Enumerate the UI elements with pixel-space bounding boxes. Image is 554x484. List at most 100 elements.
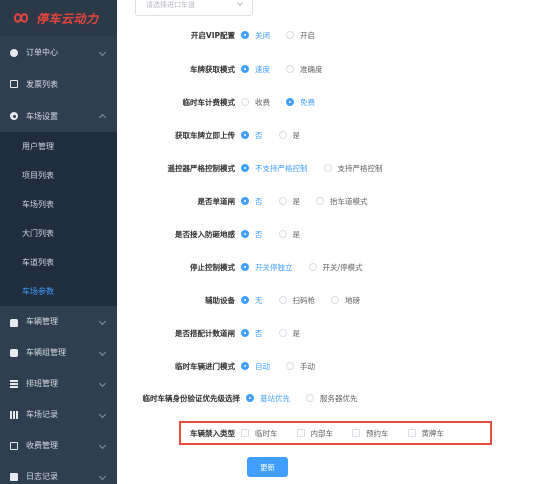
chart-icon <box>10 410 18 419</box>
sidebar-item-label: 车场设置 <box>26 111 58 121</box>
form-row-anti-smash: 是否接入防砸地感 否 是 <box>117 226 554 242</box>
checkbox-reserved-car[interactable]: 预约车 <box>352 428 389 439</box>
sidebar-item-vehicles[interactable]: 车辆管理 <box>0 306 117 337</box>
form-row-aux-device: 辅助设备 无 扫码枪 地磅 <box>117 292 554 308</box>
update-button[interactable]: 更新 <box>247 457 288 477</box>
radio-dot <box>316 197 324 205</box>
radio-speed[interactable]: 速度 <box>241 64 270 75</box>
radio-single-yes[interactable]: 是 <box>278 196 300 207</box>
form-label: 是否搭配计数道闸 <box>175 328 235 338</box>
radio-dot <box>241 296 249 304</box>
sidebar-item-label: 日志记录 <box>26 472 58 481</box>
main-content: 请选择进口车道 开启VIP配置 关闭 开启 车牌获取模式 速度 准确度 临时车计… <box>117 0 554 484</box>
radio-lift-lane-mode[interactable]: 抬车道模式 <box>316 196 368 207</box>
form-label: 是否单道闸 <box>197 196 236 206</box>
sidebar-item-billing[interactable]: 收费管理 <box>0 430 117 461</box>
chevron-down-icon <box>98 379 107 388</box>
sidebar-item-label: 发票列表 <box>26 79 58 89</box>
checkbox-square <box>241 429 249 437</box>
radio-label: 手动 <box>300 361 315 371</box>
form-row-temp-billing: 临时车计费模式 收费 免费 <box>117 94 554 110</box>
radio-label: 自动 <box>255 361 270 371</box>
radio-aux-scale[interactable]: 地磅 <box>331 295 360 306</box>
lane-select-placeholder: 请选择进口车道 <box>146 1 195 9</box>
radio-dot <box>241 230 249 238</box>
radio-label: 否 <box>255 130 263 140</box>
radio-dot <box>286 31 294 39</box>
radio-dot <box>278 230 287 238</box>
radio-label: 否 <box>255 196 263 206</box>
radio-dot <box>306 394 314 402</box>
lane-select[interactable]: 请选择进口车道 <box>135 0 253 16</box>
radio-manual[interactable]: 手动 <box>286 361 315 372</box>
radio-aux-scanner[interactable]: 扫码枪 <box>278 295 315 306</box>
radio-strict[interactable]: 支持严格控制 <box>323 163 383 174</box>
order-icon <box>10 48 18 57</box>
chevron-down-icon <box>98 348 107 357</box>
sidebar-item-label: 排班管理 <box>26 379 58 388</box>
chevron-down-icon <box>98 441 107 450</box>
chevron-down-icon <box>98 472 107 481</box>
chevron-down-icon <box>237 0 243 6</box>
radio-dot <box>241 98 249 106</box>
radio-single-no[interactable]: 否 <box>241 196 263 207</box>
radio-counting-no[interactable]: 否 <box>241 328 263 339</box>
checkbox-label: 内部车 <box>310 428 334 438</box>
submenu-item-lanes[interactable]: 车道列表 <box>0 248 117 277</box>
radio-label: 收费 <box>255 97 270 107</box>
radio-aux-none[interactable]: 无 <box>241 295 263 306</box>
radio-upload-no[interactable]: 否 <box>241 130 263 141</box>
sidebar-item-vehicle-groups[interactable]: 车辆组管理 <box>0 337 117 368</box>
submenu-item-users[interactable]: 用户管理 <box>0 132 117 161</box>
radio-server-first[interactable]: 服务器优先 <box>306 393 358 404</box>
radio-upload-yes[interactable]: 是 <box>278 130 300 141</box>
radio-vip-on[interactable]: 开启 <box>286 30 315 41</box>
radio-accuracy[interactable]: 准确度 <box>286 64 323 75</box>
radio-not-strict[interactable]: 不支持严格控制 <box>241 163 308 174</box>
sidebar-item-orders[interactable]: 订单中心 <box>0 37 117 68</box>
form-label: 遥控器严格控制模式 <box>167 163 236 173</box>
chevron-down-icon <box>98 48 107 57</box>
checkbox-yellow-plate[interactable]: 黄牌车 <box>407 428 444 439</box>
radio-label: 关闭 <box>255 30 270 40</box>
checkbox-label: 预约车 <box>366 428 389 438</box>
radio-independent[interactable]: 开关停独立 <box>241 262 293 273</box>
submenu-item-lots[interactable]: 车场列表 <box>0 190 117 219</box>
radio-free[interactable]: 免费 <box>286 97 315 108</box>
radio-auto[interactable]: 自动 <box>241 361 270 372</box>
radio-label: 地磅 <box>345 295 360 305</box>
radio-counting-yes[interactable]: 是 <box>278 328 301 339</box>
form-label: 临时车计费模式 <box>182 97 236 107</box>
sidebar: 停车云动力 订单中心 发票列表 车场设置 用户管理 项目列表 车场列表 大门列表… <box>0 0 117 484</box>
radio-anti-smash-yes[interactable]: 是 <box>278 229 300 240</box>
form-row-temp-entry: 临时车辆进门模式 自动 手动 <box>117 358 554 374</box>
radio-dot <box>241 31 249 39</box>
checkbox-label: 临时车 <box>255 428 278 438</box>
radio-label: 否 <box>255 229 263 239</box>
chevron-up-icon <box>98 113 107 122</box>
sidebar-item-lot-records[interactable]: 车场记录 <box>0 399 117 430</box>
submenu-item-projects[interactable]: 项目列表 <box>0 161 117 190</box>
form-label: 是否接入防砸地感 <box>175 229 235 239</box>
radio-vip-off[interactable]: 关闭 <box>241 30 270 41</box>
radio-switch-stop[interactable]: 开关/停模式 <box>308 262 363 273</box>
sidebar-item-schedule[interactable]: 排班管理 <box>0 368 117 399</box>
radio-charge[interactable]: 收费 <box>241 97 270 108</box>
sidebar-item-logs[interactable]: 日志记录 <box>0 461 117 484</box>
logo[interactable]: 停车云动力 <box>0 0 117 36</box>
form-label: 获取车牌立即上传 <box>175 130 235 140</box>
radio-base-station-first[interactable]: 基站优先 <box>246 393 290 404</box>
submenu-item-lot-params[interactable]: 车场参数 <box>0 277 117 306</box>
submenu-item-gates[interactable]: 大门列表 <box>0 219 117 248</box>
form-row-vip: 开启VIP配置 关闭 开启 <box>117 27 554 43</box>
checkbox-temp-car[interactable]: 临时车 <box>241 428 278 439</box>
radio-dot <box>331 296 339 304</box>
checkbox-internal-car[interactable]: 内部车 <box>296 428 334 439</box>
sidebar-item-invoices[interactable]: 发票列表 <box>0 68 117 100</box>
radio-anti-smash-no[interactable]: 否 <box>241 229 263 240</box>
radio-dot <box>308 263 317 271</box>
form-row-plate-mode: 车牌获取模式 速度 准确度 <box>117 61 554 77</box>
radio-label: 是 <box>292 328 301 338</box>
sidebar-item-lot-settings[interactable]: 车场设置 <box>0 100 117 132</box>
sidebar-item-label: 车辆管理 <box>26 317 58 326</box>
